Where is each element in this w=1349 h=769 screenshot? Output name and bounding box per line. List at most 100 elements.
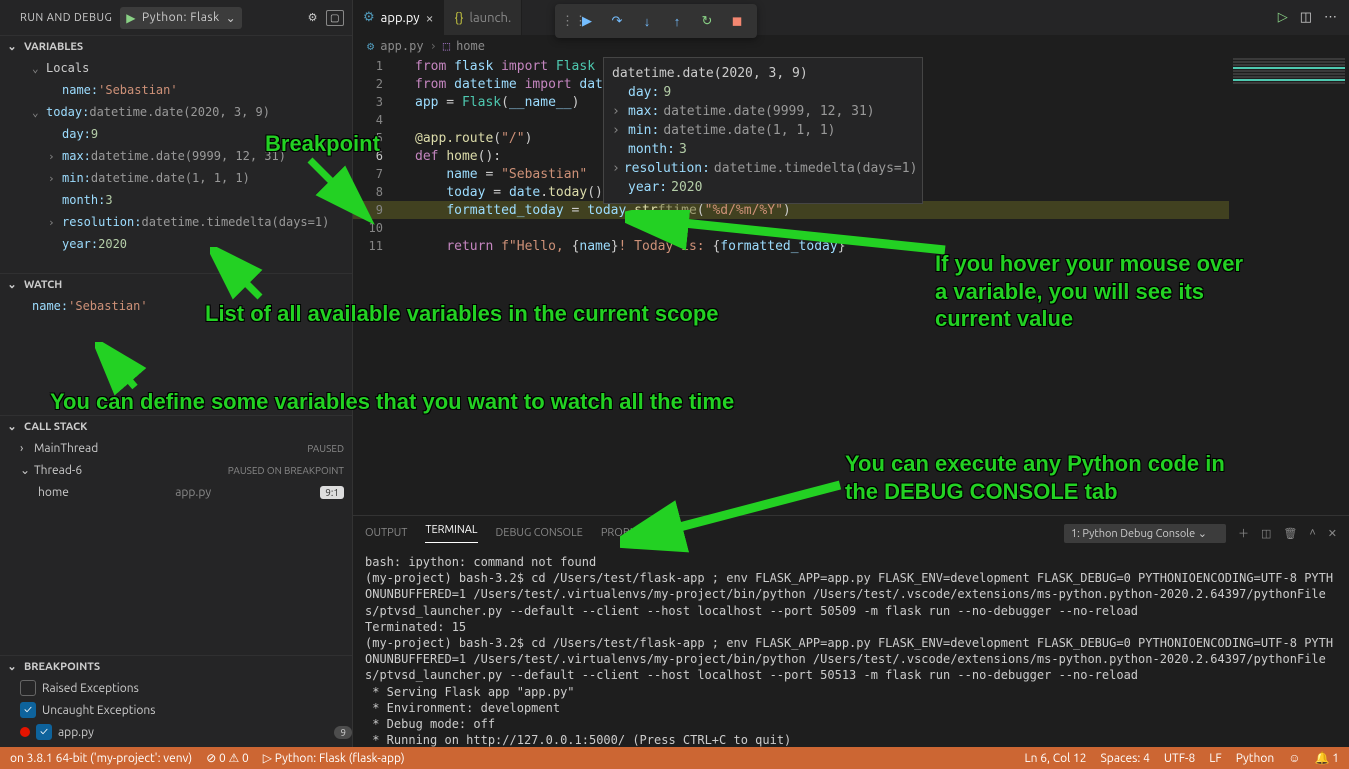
- variable-row[interactable]: year: 2020: [0, 233, 352, 255]
- drag-handle-icon[interactable]: ⋮⋮: [561, 14, 571, 29]
- variable-row[interactable]: day: 9: [0, 123, 352, 145]
- restart-button[interactable]: ↻: [693, 8, 721, 34]
- new-terminal-icon[interactable]: ＋: [1238, 525, 1249, 541]
- checkbox[interactable]: [20, 680, 36, 696]
- breadcrumb-symbol[interactable]: home: [456, 39, 485, 53]
- status-indent[interactable]: Spaces: 4: [1101, 752, 1150, 765]
- status-bar: on 3.8.1 64-bit ('my-project': venv) ⊘ 0…: [0, 747, 1349, 769]
- line-number[interactable]: 9: [353, 203, 393, 217]
- status-problems[interactable]: ⊘ 0 ⚠ 0: [206, 751, 249, 765]
- watch-row[interactable]: name: 'Sebastian': [0, 295, 352, 317]
- gear-icon[interactable]: ⚙: [308, 11, 318, 24]
- variable-row[interactable]: name: 'Sebastian': [0, 79, 352, 101]
- breakpoint-row[interactable]: ✓app.py9: [0, 721, 352, 743]
- callstack-row[interactable]: ›MainThreadPAUSED: [0, 437, 352, 459]
- code-editor[interactable]: datetime.date(2020, 3, 9) day: 9›max: da…: [353, 57, 1349, 267]
- debug-hover-tooltip: datetime.date(2020, 3, 9) day: 9›max: da…: [603, 57, 923, 204]
- breakpoints-tree: Raised Exceptions✓Uncaught Exceptions✓ap…: [0, 677, 352, 747]
- watch-section[interactable]: ⌄ WATCH: [0, 273, 352, 295]
- close-panel-icon[interactable]: ✕: [1328, 527, 1337, 540]
- callstack-section[interactable]: ⌄ CALL STACK: [0, 415, 352, 437]
- breakpoints-title: BREAKPOINTS: [24, 661, 100, 673]
- scope-locals[interactable]: ⌄ Locals: [0, 57, 352, 79]
- chevron-up-icon[interactable]: ˄: [1309, 527, 1315, 539]
- terminal-selector[interactable]: 1: Python Debug Console ⌄: [1064, 524, 1226, 543]
- variable-row[interactable]: month: 3: [0, 189, 352, 211]
- line-number[interactable]: 11: [353, 239, 393, 253]
- stop-button[interactable]: ◼: [723, 8, 751, 34]
- editor-area: ⚙app.py×{}launch. ▷ ◫ ⋯ ⚙ app.py › ⬚ hom…: [353, 0, 1349, 747]
- hover-row: ›max: datetime.date(9999, 12, 31): [612, 102, 914, 121]
- variables-section[interactable]: ⌄ VARIABLES: [0, 35, 352, 57]
- line-number[interactable]: 6: [353, 149, 393, 163]
- variables-tree: ⌄ Locals name: 'Sebastian'⌄today: dateti…: [0, 57, 352, 255]
- status-launch-target[interactable]: ▷ Python: Flask (flask-app): [263, 751, 405, 765]
- checkbox[interactable]: ✓: [20, 702, 36, 718]
- breakpoint-row[interactable]: ✓Uncaught Exceptions: [0, 699, 352, 721]
- editor-tab[interactable]: {}launch.: [444, 0, 522, 35]
- split-editor-icon[interactable]: ◫: [1300, 10, 1312, 25]
- line-number[interactable]: 2: [353, 77, 393, 91]
- line-number[interactable]: 10: [353, 221, 393, 235]
- variable-row[interactable]: ›resolution: datetime.timedelta(days=1): [0, 211, 352, 233]
- status-eol[interactable]: LF: [1209, 752, 1221, 765]
- callstack-title: CALL STACK: [24, 421, 87, 433]
- line-number[interactable]: 8: [353, 185, 393, 199]
- json-file-icon: {}: [454, 11, 463, 25]
- breakpoints-section[interactable]: ⌄ BREAKPOINTS: [0, 655, 352, 677]
- variable-row[interactable]: ›max: datetime.date(9999, 12, 31): [0, 145, 352, 167]
- line-number[interactable]: 3: [353, 95, 393, 109]
- callstack-row[interactable]: homeapp.py 9:1: [0, 481, 352, 503]
- variable-row[interactable]: ›min: datetime.date(1, 1, 1): [0, 167, 352, 189]
- line-number[interactable]: 5: [353, 131, 393, 145]
- line-number[interactable]: 1: [353, 59, 393, 73]
- terminal-output[interactable]: bash: ipython: command not found (my-pro…: [353, 550, 1349, 747]
- callstack-row[interactable]: ⌄Thread-6PAUSED ON BREAKPOINT: [0, 459, 352, 481]
- status-language[interactable]: Python: [1236, 752, 1275, 765]
- status-notifications-icon[interactable]: 🔔 1: [1315, 751, 1339, 765]
- scope-label: Locals: [46, 61, 89, 75]
- step-over-button[interactable]: ↷: [603, 8, 631, 34]
- line-number[interactable]: 7: [353, 167, 393, 181]
- panel-tab[interactable]: OUTPUT: [365, 527, 407, 539]
- breadcrumb-file[interactable]: app.py: [380, 39, 423, 53]
- hover-row: ›resolution: datetime.timedelta(days=1): [612, 159, 914, 178]
- more-icon[interactable]: ⋯: [1324, 10, 1337, 25]
- step-into-button[interactable]: ↓: [633, 8, 661, 34]
- continue-button[interactable]: ▶: [573, 8, 601, 34]
- close-icon[interactable]: ×: [426, 11, 434, 25]
- minimap[interactable]: [1229, 57, 1349, 287]
- hover-header: datetime.date(2020, 3, 9): [612, 64, 914, 83]
- kill-terminal-icon[interactable]: 🗑: [1283, 527, 1297, 540]
- hover-row: ›min: datetime.date(1, 1, 1): [612, 121, 914, 140]
- split-terminal-icon[interactable]: ◫: [1261, 527, 1271, 540]
- debug-console-toggle-icon[interactable]: ▢: [326, 10, 344, 26]
- breadcrumb[interactable]: ⚙ app.py › ⬚ home: [353, 35, 1349, 57]
- chevron-down-icon: ⌄: [32, 62, 46, 75]
- checkbox[interactable]: ✓: [36, 724, 52, 740]
- status-python-env[interactable]: on 3.8.1 64-bit ('my-project': venv): [10, 752, 192, 765]
- panel-tab[interactable]: PROBLEMS: [601, 527, 657, 539]
- status-feedback-icon[interactable]: ☺: [1288, 751, 1300, 765]
- variable-row[interactable]: ⌄today: datetime.date(2020, 3, 9): [0, 101, 352, 123]
- editor-tab[interactable]: ⚙app.py×: [353, 0, 444, 35]
- status-encoding[interactable]: UTF-8: [1164, 752, 1195, 765]
- code-line[interactable]: 11 return f"Hello, {name}! Today is: {fo…: [353, 237, 1349, 255]
- hover-row: month: 3: [612, 140, 914, 159]
- run-debug-title: RUN AND DEBUG: [20, 12, 112, 24]
- line-number[interactable]: 4: [353, 113, 393, 127]
- status-cursor-pos[interactable]: Ln 6, Col 12: [1025, 752, 1087, 765]
- expand-icon: ⌄: [32, 106, 46, 119]
- breakpoint-row[interactable]: Raised Exceptions: [0, 677, 352, 699]
- step-out-button[interactable]: ↑: [663, 8, 691, 34]
- run-icon[interactable]: ▷: [1278, 10, 1288, 25]
- launch-config-selector[interactable]: ▶ Python: Flask ⌄: [120, 7, 242, 29]
- panel-tab[interactable]: TERMINAL: [425, 524, 477, 543]
- debug-toolbar[interactable]: ⋮⋮ ▶ ↷ ↓ ↑ ↻ ◼: [555, 4, 757, 38]
- panel-tab[interactable]: DEBUG CONSOLE: [496, 527, 583, 539]
- code-line[interactable]: 10: [353, 219, 1349, 237]
- panel: OUTPUT TERMINAL DEBUG CONSOLE PROBLEMS 1: P…: [353, 515, 1349, 747]
- run-debug-header: RUN AND DEBUG ▶ Python: Flask ⌄ ⚙ ▢: [0, 0, 352, 35]
- start-debug-icon[interactable]: ▶: [126, 11, 136, 25]
- watch-tree: name: 'Sebastian': [0, 295, 352, 415]
